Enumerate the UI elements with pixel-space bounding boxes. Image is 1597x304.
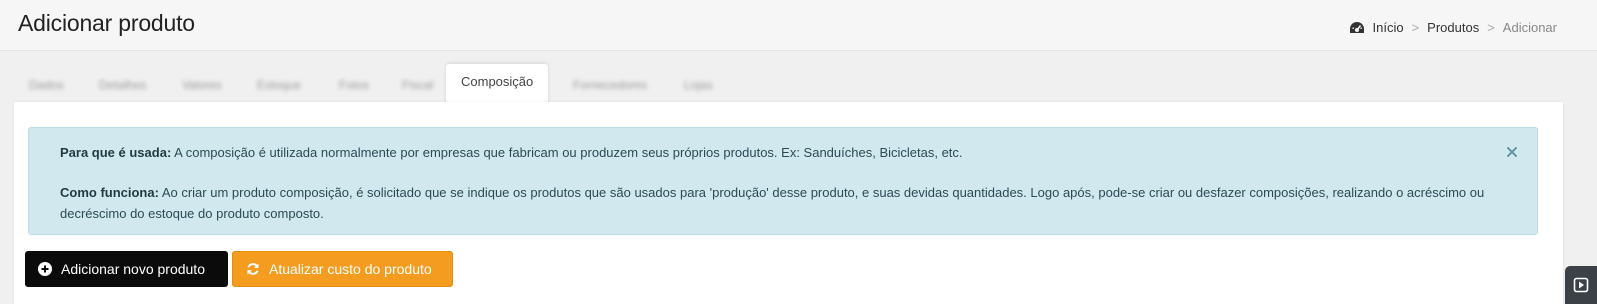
tab-valores[interactable]: Valores <box>182 78 222 92</box>
tab-lojas[interactable]: Lojas <box>684 78 713 92</box>
breadcrumb: Início > Produtos > Adicionar <box>1349 20 1557 35</box>
product-tabs: Dados Detalhes Valores Estoque Fotos Fis… <box>14 62 1584 104</box>
dashboard-icon <box>1350 21 1365 33</box>
alert-how-label: Como funciona: <box>60 185 159 200</box>
page-title: Adicionar produto <box>18 10 195 36</box>
update-cost-button[interactable]: Atualizar custo do produto <box>232 251 453 287</box>
alert-how-text: Ao criar um produto composição, é solici… <box>60 185 1485 221</box>
tab-fotos[interactable]: Fotos <box>339 78 369 92</box>
close-icon[interactable] <box>1505 145 1519 159</box>
tab-composicao[interactable]: Composição <box>446 64 549 104</box>
update-cost-label: Atualizar custo do produto <box>269 261 432 277</box>
tab-dados[interactable]: Dados <box>29 78 64 92</box>
floating-widget-button[interactable] <box>1565 266 1597 304</box>
add-product-button[interactable]: Adicionar novo produto <box>25 251 228 287</box>
alert-usage-label: Para que é usada: <box>60 145 172 160</box>
alert-usage: Para que é usada: A composição é utiliza… <box>60 142 1492 163</box>
tab-detalhes[interactable]: Detalhes <box>99 78 146 92</box>
info-alert: Para que é usada: A composição é utiliza… <box>28 127 1538 235</box>
tab-fiscal[interactable]: Fiscal <box>402 78 433 92</box>
breadcrumb-current: Adicionar <box>1502 20 1557 35</box>
video-play-icon <box>1573 277 1589 293</box>
alert-how: Como funciona: Ao criar um produto compo… <box>60 182 1492 224</box>
tab-fornecedores[interactable]: Fornecedores <box>573 78 647 92</box>
alert-usage-text: A composição é utilizada normalmente por… <box>171 145 963 160</box>
refresh-icon <box>247 263 259 275</box>
breadcrumb-separator: > <box>1487 20 1495 35</box>
plus-circle-icon <box>38 262 52 276</box>
add-product-label: Adicionar novo produto <box>61 261 205 277</box>
tab-panel-composicao: Para que é usada: A composição é utiliza… <box>14 102 1563 304</box>
breadcrumb-home[interactable]: Início <box>1372 20 1403 35</box>
page-header: Adicionar produto Início > Produtos > Ad… <box>0 0 1597 51</box>
tab-estoque[interactable]: Estoque <box>257 78 301 92</box>
breadcrumb-separator: > <box>1411 20 1420 35</box>
breadcrumb-products[interactable]: Produtos <box>1427 20 1479 35</box>
